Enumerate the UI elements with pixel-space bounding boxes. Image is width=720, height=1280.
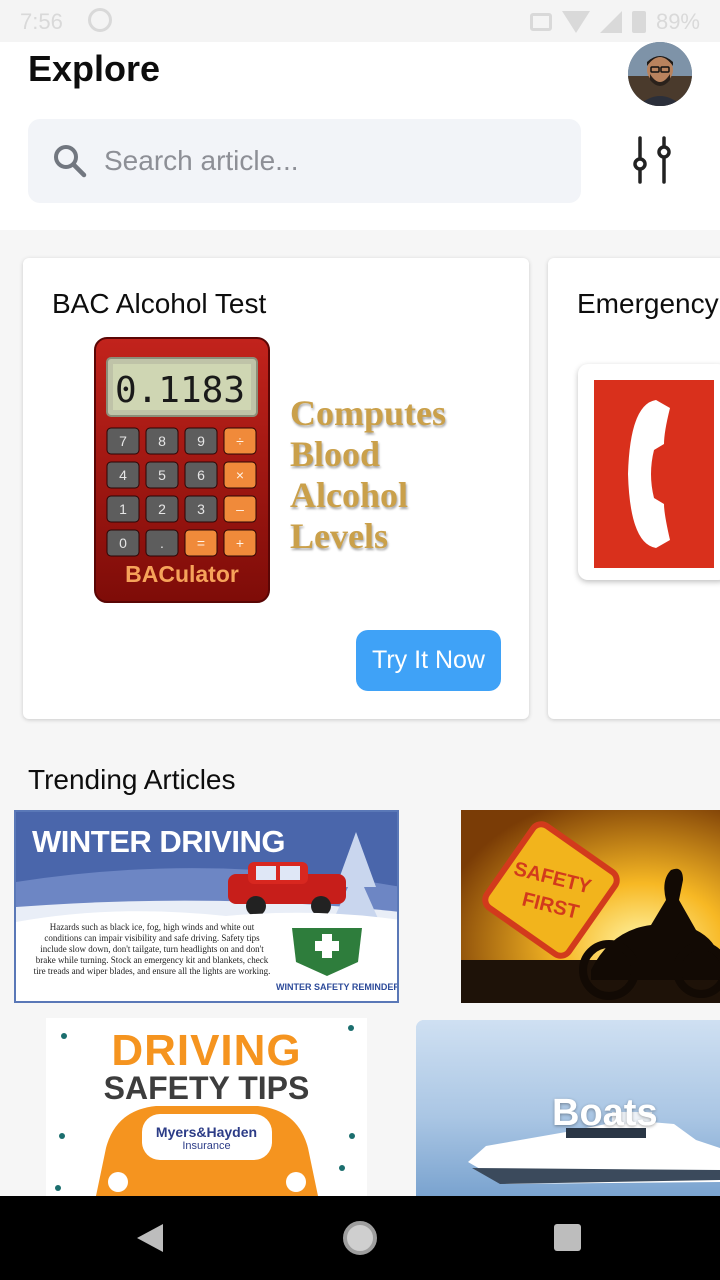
- article-subtitle: SAFETY TIPS: [103, 1070, 310, 1106]
- battery-icon: [631, 11, 646, 33]
- calculator-key-label: ×: [236, 467, 244, 483]
- search-icon: [54, 145, 87, 178]
- calculator-key-label: 5: [158, 467, 166, 483]
- calculator-brand: BACulator: [125, 561, 239, 587]
- article-title: Boats: [552, 1092, 658, 1134]
- tagline-line: Blood: [290, 434, 381, 474]
- tagline-line: Levels: [290, 516, 388, 556]
- card-bac-alcohol-test[interactable]: BAC Alcohol Test 0.1183 7 8 9 ÷ 4 5 6 × 1 2 3 – 0. = +…: [23, 258, 529, 719]
- safety-first-image: SAFETY FIRST: [461, 810, 720, 1003]
- recents-icon[interactable]: [554, 1224, 581, 1251]
- avatar-photo: [628, 42, 692, 106]
- card-title: BAC Alcohol Test: [52, 288, 267, 319]
- calculator-key-label: –: [236, 501, 244, 517]
- emergency-phone-image: [578, 364, 720, 580]
- calculator-key-label: +: [236, 535, 244, 551]
- calculator-key-label: ÷: [236, 433, 244, 449]
- back-icon[interactable]: [135, 1222, 165, 1254]
- calculator-key-label: 7: [119, 433, 127, 449]
- card-emergency[interactable]: Emergency: [548, 258, 720, 719]
- calculator-display: 0.1183: [115, 370, 245, 411]
- calculator-icon: 0.1183 7 8 9 ÷ 4 5 6 × 1 2 3 – 0. = + BACulator: [94, 337, 270, 603]
- home-icon[interactable]: [343, 1221, 377, 1255]
- article-title: DRIVING: [111, 1026, 302, 1075]
- header: Explore: [0, 42, 720, 230]
- card-title: Emergency: [577, 288, 719, 319]
- calculator-key-label: .: [160, 535, 164, 551]
- status-bar: 7:56 89%: [0, 0, 720, 42]
- status-icons: 89%: [529, 9, 700, 35]
- calculator-key-label: 1: [119, 501, 127, 517]
- calculator-key-label: 0: [119, 535, 127, 551]
- filter-button[interactable]: [624, 134, 680, 186]
- battery-percent: 89%: [655, 9, 700, 34]
- calculator-key-label: 4: [119, 467, 127, 483]
- system-nav-bar: [0, 1196, 720, 1280]
- article-winter-driving[interactable]: WINTER DRIVING Hazards such as black ice…: [14, 810, 399, 1003]
- search-input[interactable]: [104, 119, 564, 203]
- status-time: 7:56: [20, 9, 63, 34]
- signal-icon: [599, 11, 622, 33]
- calculator-key-label: 9: [197, 433, 205, 449]
- phone-icon: [594, 380, 714, 568]
- brand-name: Myers&Hayden: [155, 1124, 258, 1140]
- calculator-key-label: =: [197, 535, 205, 551]
- calculator-key-label: 8: [158, 433, 166, 449]
- article-body: Hazards such as black ice, fog, high win…: [33, 922, 271, 976]
- page-title: Explore: [28, 48, 161, 89]
- wifi-icon: [561, 11, 590, 33]
- calculator-key-label: 2: [158, 501, 166, 517]
- article-title: WINTER DRIVING: [32, 824, 286, 859]
- tagline-line: Computes: [290, 393, 447, 433]
- sliders-icon: [633, 136, 671, 184]
- article-safety-first[interactable]: SAFETY FIRST: [461, 810, 720, 1003]
- brand-sub: Insurance: [182, 1140, 231, 1152]
- avatar[interactable]: [628, 42, 692, 106]
- computes-tagline: Computes Blood Alcohol Levels: [290, 393, 446, 557]
- calculator-key-label: 3: [197, 501, 205, 517]
- try-it-now-button[interactable]: Try It Now: [356, 630, 501, 691]
- article-driving-safety-tips[interactable]: DRIVING SAFETY TIPS Myers&Hayden Insuran…: [46, 1018, 367, 1196]
- calculator-key-label: 6: [197, 467, 205, 483]
- vibrate-icon: [529, 13, 552, 31]
- trending-articles-title: Trending Articles: [28, 764, 236, 795]
- tagline-line: Alcohol: [290, 475, 409, 515]
- calculator-image: 0.1183 7 8 9 ÷ 4 5 6 × 1 2 3 – 0. = + BACulator: [93, 336, 271, 604]
- article-footer: WINTER SAFETY REMINDER: [276, 982, 399, 992]
- sync-icon: [88, 8, 112, 32]
- search-bar: [28, 119, 581, 203]
- article-boats[interactable]: Boats: [416, 1020, 720, 1196]
